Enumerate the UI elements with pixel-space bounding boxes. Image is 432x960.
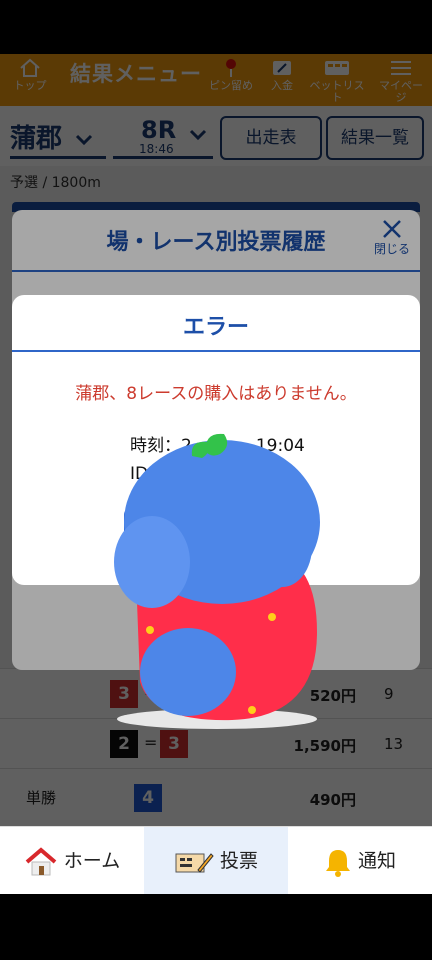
error-title: エラー: [182, 315, 249, 340]
bottom-nav-home-label: ホーム: [63, 850, 121, 872]
house-icon: [25, 846, 57, 875]
bottom-nav-home[interactable]: ホーム: [0, 827, 144, 894]
bottom-nav: ホーム 投票 通知: [0, 826, 432, 894]
divider: [12, 350, 420, 352]
bottom-nav-vote-label: 投票: [219, 850, 258, 872]
bell-icon: [325, 849, 350, 877]
ticket-pen-icon: [175, 852, 214, 873]
bottom-nav-vote[interactable]: 投票: [144, 827, 288, 894]
bottom-nav-notify-label: 通知: [357, 850, 396, 872]
error-message: 蒲郡、8レースの購入はありません。: [75, 384, 357, 404]
bottom-nav-notify[interactable]: 通知: [288, 827, 432, 894]
app-screen: トップ 結果メニュー ピン留め 入金 ベットリスト マイページ 蒲郡 8R 18…: [0, 54, 432, 894]
mascot-character: [114, 433, 320, 729]
